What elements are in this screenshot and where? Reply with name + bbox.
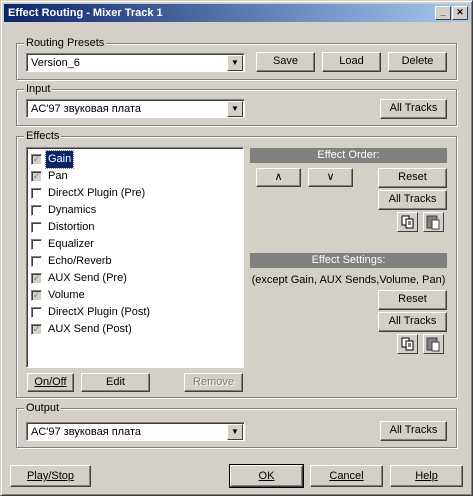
settings-paste-button[interactable] [423,334,444,354]
remove-button[interactable]: Remove [184,373,243,392]
effects-list[interactable]: ✓ Gain ✓ Pan DirectX Plugin (Pre) Dynamics Dis… [26,147,244,368]
chevron-down-icon[interactable]: ▼ [227,101,243,117]
output-device-select[interactable]: AC'97 звуковая плата ▼ [26,422,245,441]
routing-preset-select[interactable]: Version_6 ▼ [26,53,245,72]
input-label: Input [24,82,53,96]
effect-item-label: DirectX Plugin (Pre) [48,187,146,199]
effect-checkbox[interactable] [31,239,42,250]
move-up-button[interactable]: ∧ [256,168,301,187]
move-down-button[interactable]: ∨ [308,168,353,187]
effect-checkbox[interactable]: ✓ [31,290,42,301]
effect-settings-header: Effect Settings: [250,253,447,268]
effect-checkbox[interactable] [31,307,42,318]
arrow-up-icon: ∧ [274,171,283,183]
paste-icon [426,337,440,352]
output-all-tracks-button[interactable]: All Tracks [380,421,447,441]
order-paste-button[interactable] [423,212,444,232]
order-all-tracks-button[interactable]: All Tracks [378,190,447,210]
ok-button[interactable]: OK [229,464,304,488]
effect-checkbox[interactable] [31,205,42,216]
effect-item-label: AUX Send (Post) [48,323,132,335]
load-button[interactable]: Load [322,52,381,72]
play-stop-button[interactable]: Play/Stop [10,465,91,487]
window-title: Effect Routing - Mixer Track 1 [8,7,163,19]
effect-checkbox[interactable]: ✓ [31,324,42,335]
settings-copy-button[interactable] [397,334,418,354]
effect-item-label: AUX Send (Pre) [48,272,127,284]
delete-button[interactable]: Delete [388,52,447,72]
effect-checkbox[interactable]: ✓ [31,171,42,182]
edit-button[interactable]: Edit [81,373,150,392]
copy-icon [401,337,414,351]
effect-routing-dialog: Effect Routing - Mixer Track 1 _ ✕ Routi… [0,0,473,496]
effect-order-header: Effect Order: [250,148,447,163]
paste-icon [426,215,440,230]
minimize-icon[interactable]: _ [435,6,451,20]
effect-item-label: Pan [48,170,68,182]
title-bar[interactable]: Effect Routing - Mixer Track 1 _ ✕ [4,4,470,22]
close-icon[interactable]: ✕ [452,6,468,20]
input-device-select[interactable]: AC'97 звуковая плата ▼ [26,99,245,118]
effect-checkbox[interactable] [31,188,42,199]
settings-reset-button[interactable]: Reset [378,290,447,310]
order-copy-button[interactable] [397,212,418,232]
on-off-label: On/Off [34,376,67,388]
cancel-button[interactable]: Cancel [310,465,383,487]
help-label: Help [415,470,438,482]
play-stop-label: Play/Stop [26,470,75,482]
effect-checkbox[interactable]: ✓ [31,154,42,165]
cancel-label: Cancel [329,470,364,482]
effect-item-label: Volume [48,289,85,301]
effect-checkbox[interactable]: ✓ [31,273,42,284]
effect-item-label: Echo/Reverb [48,255,112,267]
arrow-down-icon: ∨ [326,171,335,183]
ok-label: OK [258,470,275,482]
effects-label: Effects [24,129,62,143]
effect-item-label: Distortion [48,221,95,233]
effect-settings-note: (except Gain, AUX Sends,Volume, Pan) [251,274,446,286]
on-off-button[interactable]: On/Off [27,373,74,392]
effect-item-label: Gain [44,150,75,169]
routing-presets-label: Routing Presets [24,36,107,50]
routing-preset-value: Version_6 [31,57,80,69]
copy-icon [401,215,414,229]
effect-item-label: DirectX Plugin (Post) [48,306,151,318]
output-label: Output [24,401,62,415]
effect-item-label: Equalizer [48,238,94,250]
chevron-down-icon[interactable]: ▼ [227,55,243,71]
input-all-tracks-button[interactable]: All Tracks [380,99,447,119]
effect-checkbox[interactable] [31,222,42,233]
help-button[interactable]: Help [390,465,463,487]
output-device-value: AC'97 звуковая плата [31,426,142,438]
input-device-value: AC'97 звуковая плата [31,103,142,115]
order-reset-button[interactable]: Reset [378,168,447,188]
chevron-down-icon[interactable]: ▼ [227,424,243,440]
effect-checkbox[interactable] [31,256,42,267]
save-button[interactable]: Save [256,52,315,72]
effect-item-label: Dynamics [48,204,97,216]
settings-all-tracks-button[interactable]: All Tracks [378,312,447,332]
